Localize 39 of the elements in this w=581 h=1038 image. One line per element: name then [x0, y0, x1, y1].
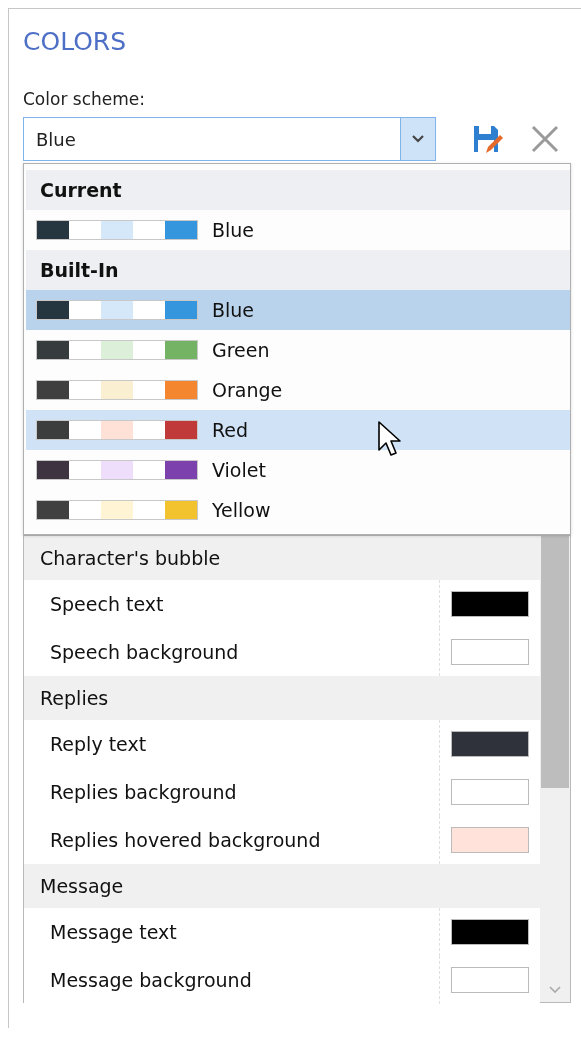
chevron-down-icon[interactable]	[412, 135, 424, 143]
color-strip-icon	[36, 340, 198, 360]
save-edit-icon[interactable]	[472, 123, 504, 155]
group-heading: Built-In	[26, 250, 570, 290]
setting-label: Message background	[49, 969, 253, 991]
scrollbar-thumb[interactable]	[541, 536, 569, 788]
setting-label: Speech background	[49, 641, 240, 663]
color-scheme-option[interactable]: Blue	[26, 290, 570, 330]
color-scheme-option[interactable]: Red	[26, 410, 570, 450]
color-strip-icon	[36, 300, 198, 320]
scroll-down-icon[interactable]	[549, 986, 561, 994]
color-scheme-option[interactable]: Blue	[26, 210, 570, 250]
color-swatch[interactable]	[451, 779, 529, 805]
setting-label: Replies hovered background	[49, 829, 322, 851]
color-scheme-dropdown[interactable]: Blue	[23, 117, 436, 161]
color-swatch[interactable]	[451, 731, 529, 757]
color-swatch[interactable]	[451, 967, 529, 993]
color-scheme-option[interactable]: Orange	[26, 370, 570, 410]
color-strip-icon	[36, 220, 198, 240]
setting-label: Reply text	[49, 733, 148, 755]
color-strip-icon	[36, 500, 198, 520]
field-label: Color scheme:	[23, 89, 146, 109]
mouse-pointer-icon	[377, 420, 403, 458]
color-scheme-option[interactable]: Yellow	[26, 490, 570, 530]
color-swatch[interactable]	[451, 827, 529, 853]
color-swatch[interactable]	[451, 919, 529, 945]
close-icon[interactable]	[530, 124, 560, 154]
color-swatch[interactable]	[451, 639, 529, 665]
color-strip-icon	[36, 460, 198, 480]
setting-label: Speech text	[49, 593, 165, 615]
color-strip-icon	[36, 380, 198, 400]
group-heading: Current	[26, 170, 570, 210]
section-title: COLORS	[23, 26, 128, 58]
setting-label: Replies background	[49, 781, 238, 803]
color-scheme-option[interactable]: Violet	[26, 450, 570, 490]
color-swatch[interactable]	[451, 591, 529, 617]
setting-label: Message text	[49, 921, 178, 943]
color-scheme-option[interactable]: Green	[26, 330, 570, 370]
color-strip-icon	[36, 420, 198, 440]
